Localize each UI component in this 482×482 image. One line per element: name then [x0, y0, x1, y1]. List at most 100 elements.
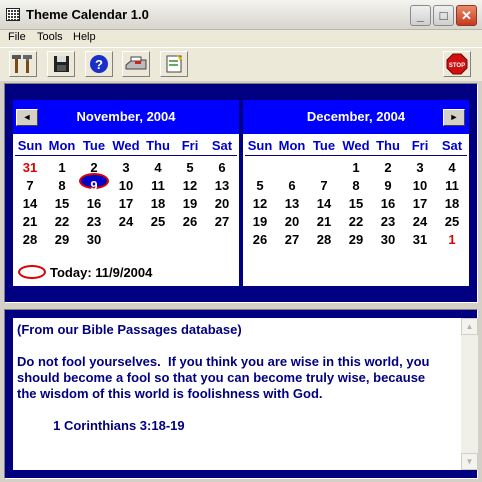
calendar-day[interactable]: 18 [142, 196, 174, 211]
calendar-day[interactable]: 15 [46, 196, 78, 211]
dow-thu: Thu [146, 138, 170, 153]
calendar-day[interactable]: 2 [78, 160, 110, 175]
calendar-day[interactable]: 23 [78, 214, 110, 229]
calendar-day[interactable]: 19 [244, 214, 276, 229]
today-label[interactable]: Today: 11/9/2004 [50, 265, 152, 280]
calendar-day[interactable]: 27 [206, 214, 238, 229]
save-icon [54, 56, 69, 72]
help-button[interactable]: ? [85, 51, 113, 77]
calendar-day[interactable]: 19 [174, 196, 206, 211]
close-button[interactable]: ✕ [456, 5, 477, 26]
calendar-day[interactable]: 15 [340, 196, 372, 211]
calendar-day[interactable]: 12 [174, 178, 206, 193]
calendar-day[interactable]: 5 [244, 178, 276, 193]
calendar-day[interactable]: 21 [14, 214, 46, 229]
dow-wed: Wed [342, 138, 370, 153]
calendar-day[interactable]: 10 [404, 178, 436, 193]
calendar-day[interactable]: 9 [78, 178, 110, 193]
calendar-day[interactable]: 13 [206, 178, 238, 193]
calendar-day[interactable]: 28 [14, 232, 46, 247]
calendar-day[interactable]: 16 [78, 196, 110, 211]
calendar-day[interactable]: 1 [46, 160, 78, 175]
calendar-day[interactable]: 24 [110, 214, 142, 229]
close-icon: ✕ [461, 8, 472, 23]
calendar-day[interactable]: 31 [404, 232, 436, 247]
scroll-up-button[interactable]: ▲ [461, 318, 478, 335]
calendar-day[interactable]: 4 [436, 160, 468, 175]
calendar-day[interactable]: 1 [340, 160, 372, 175]
calendar-day[interactable]: 16 [372, 196, 404, 211]
calendar-day[interactable]: 26 [244, 232, 276, 247]
calendar-day[interactable]: 7 [14, 178, 46, 193]
calendar-day[interactable]: 2 [372, 160, 404, 175]
calendar-day[interactable]: 26 [174, 214, 206, 229]
print-button[interactable] [122, 51, 150, 77]
prev-month-button[interactable]: ◄ [16, 109, 38, 126]
tools-button[interactable] [9, 51, 37, 77]
app-window: Theme Calendar 1.0 _ □ ✕ File Tools Help [0, 0, 482, 482]
calendar-day[interactable]: 14 [14, 196, 46, 211]
maximize-button[interactable]: □ [433, 5, 454, 26]
calendar-day[interactable]: 29 [340, 232, 372, 247]
dow-mon: Mon [278, 138, 306, 153]
stop-button[interactable]: STOP [443, 51, 471, 77]
month-header-december: December, 2004 ► [243, 100, 469, 134]
passage-line: (From our Bible Passages database) [17, 322, 242, 337]
calendar-day[interactable]: 13 [276, 196, 308, 211]
calendar-day[interactable]: 1 [436, 232, 468, 247]
calendar-day[interactable]: 28 [308, 232, 340, 247]
svg-text:?: ? [95, 57, 103, 72]
calendar-day[interactable]: 30 [78, 232, 110, 247]
calendar-day[interactable]: 12 [244, 196, 276, 211]
calendar-day[interactable]: 25 [436, 214, 468, 229]
calendar-day[interactable]: 31 [14, 160, 46, 175]
calendar-day[interactable]: 27 [276, 232, 308, 247]
calendar-day[interactable]: 11 [142, 178, 174, 193]
menu-help[interactable]: Help [73, 31, 96, 43]
month-header-november: November, 2004 ◄ [13, 100, 239, 134]
calendar-day[interactable]: 20 [206, 196, 238, 211]
dow-sat: Sat [211, 138, 233, 153]
notes-button[interactable] [160, 51, 188, 77]
calendar-day[interactable]: 23 [372, 214, 404, 229]
calendar-day[interactable]: 5 [174, 160, 206, 175]
scroll-down-button[interactable]: ▼ [461, 453, 478, 470]
dow-fri: Fri [181, 138, 199, 153]
calendar-day[interactable]: 30 [372, 232, 404, 247]
calendar-day[interactable]: 17 [404, 196, 436, 211]
calendar-day[interactable]: 7 [308, 178, 340, 193]
calendar-day[interactable]: 11 [436, 178, 468, 193]
minimize-button[interactable]: _ [410, 5, 431, 26]
calendar-day[interactable]: 25 [142, 214, 174, 229]
title-bar[interactable]: Theme Calendar 1.0 _ □ ✕ [0, 0, 482, 30]
calendar-day[interactable]: 22 [340, 214, 372, 229]
stop-label: STOP [449, 63, 465, 69]
calendar-day[interactable]: 29 [46, 232, 78, 247]
calendar-day[interactable]: 20 [276, 214, 308, 229]
calendar-day[interactable]: 14 [308, 196, 340, 211]
month-grid-december: Sun Mon Tue Wed Thu Fri Sat 1 2 3 4 5 6 7 8 9 10 1… [243, 134, 469, 265]
calendar-day[interactable]: 4 [142, 160, 174, 175]
calendar-day[interactable]: 8 [340, 178, 372, 193]
dow-sun: Sun [247, 138, 273, 153]
menu-file[interactable]: File [8, 31, 26, 43]
passage-textbox[interactable]: (From our Bible Passages database) Do no… [13, 318, 478, 470]
calendar-day[interactable]: 21 [308, 214, 340, 229]
menu-tools[interactable]: Tools [37, 31, 63, 43]
calendar-day[interactable]: 22 [46, 214, 78, 229]
calendar-day[interactable]: 18 [436, 196, 468, 211]
stop-icon: STOP [446, 53, 468, 75]
calendar-day[interactable]: 3 [404, 160, 436, 175]
calendar-day[interactable]: 10 [110, 178, 142, 193]
vertical-scrollbar[interactable]: ▲ ▼ [461, 318, 478, 470]
dow-wed: Wed [112, 138, 140, 153]
calendar-day[interactable]: 8 [46, 178, 78, 193]
save-button[interactable] [47, 51, 75, 77]
calendar-day[interactable]: 6 [206, 160, 238, 175]
calendar-day[interactable]: 24 [404, 214, 436, 229]
next-month-button[interactable]: ► [443, 109, 465, 126]
calendar-day[interactable]: 17 [110, 196, 142, 211]
calendar-day[interactable]: 9 [372, 178, 404, 193]
calendar-day[interactable]: 6 [276, 178, 308, 193]
calendar-day[interactable]: 3 [110, 160, 142, 175]
